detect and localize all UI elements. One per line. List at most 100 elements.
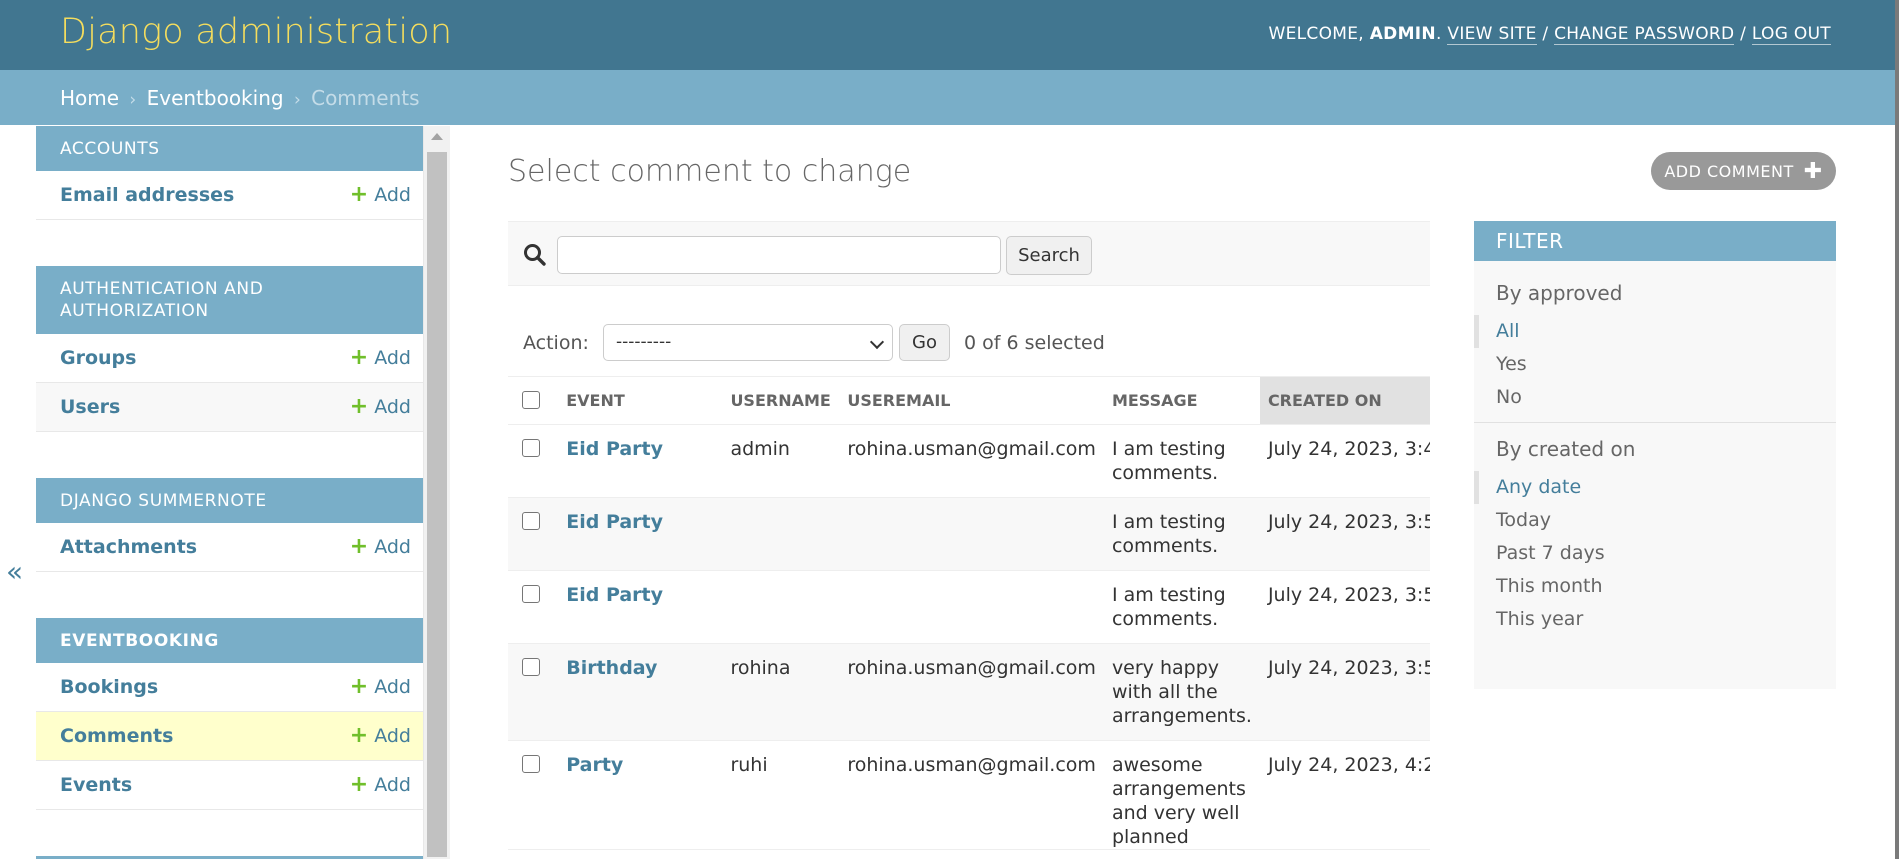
breadcrumb-app[interactable]: Eventbooking bbox=[147, 86, 284, 110]
add-label: Add bbox=[374, 536, 411, 558]
model-link[interactable]: Events bbox=[60, 774, 132, 796]
row-checkbox[interactable] bbox=[522, 585, 540, 603]
column-header-created-on[interactable]: Created on bbox=[1259, 376, 1430, 425]
add-link[interactable]: + Add bbox=[349, 674, 411, 699]
plus-icon: + bbox=[349, 674, 369, 699]
filter-option[interactable]: Any date bbox=[1474, 471, 1836, 504]
model-link[interactable]: Email addresses bbox=[60, 184, 234, 206]
search-button[interactable]: Search bbox=[1006, 236, 1092, 275]
filter-option[interactable]: No bbox=[1474, 381, 1836, 414]
created-value: July 24, 2023, 3:51 bbox=[1267, 584, 1430, 606]
scrollbar-thumb[interactable] bbox=[427, 152, 447, 857]
filter-heading-created-on: By created on bbox=[1496, 437, 1636, 461]
email-cell: rohina.usman@gmail.com bbox=[839, 424, 1104, 498]
module-caption-accounts[interactable]: Accounts bbox=[36, 126, 423, 171]
results-table: Event Username Useremail Message Created… bbox=[508, 376, 1430, 850]
created-cell: July 24, 2023, 3:51 bbox=[1259, 570, 1430, 644]
add-link[interactable]: + Add bbox=[350, 536, 411, 559]
breadcrumb: Home › Eventbooking › Comments bbox=[0, 70, 1895, 125]
filter-option[interactable]: This month bbox=[1474, 570, 1836, 603]
add-link[interactable]: + Add bbox=[350, 396, 411, 419]
created-cell: July 24, 2023, 3:51 bbox=[1259, 497, 1430, 571]
search-input[interactable] bbox=[557, 236, 1001, 274]
view-site-link[interactable]: View site bbox=[1447, 24, 1537, 45]
username-cell bbox=[722, 497, 840, 571]
created-cell: July 24, 2023, 4:21 bbox=[1259, 740, 1430, 850]
change-password-link[interactable]: Change password bbox=[1554, 24, 1735, 45]
email-cell: rohina.usman@gmail.com bbox=[839, 740, 1104, 850]
sidebar-item-attachments: Attachments + Add bbox=[36, 523, 423, 572]
event-link[interactable]: Eid Party bbox=[566, 438, 663, 460]
table-row: Birthday rohina rohina.usman@gmail.com v… bbox=[508, 643, 1430, 741]
row-select-cell bbox=[508, 497, 559, 571]
add-link[interactable]: + Add bbox=[349, 345, 411, 370]
event-cell: Eid Party bbox=[558, 497, 723, 571]
column-header-event[interactable]: Event bbox=[558, 376, 723, 425]
breadcrumb-separator: › bbox=[293, 90, 301, 110]
filter-option-label: Past 7 days bbox=[1496, 542, 1605, 564]
action-label: Action: bbox=[523, 332, 589, 354]
add-comment-button[interactable]: Add comment ✚ bbox=[1651, 152, 1836, 190]
add-link[interactable]: + Add bbox=[349, 723, 411, 748]
breadcrumb-home[interactable]: Home bbox=[60, 86, 119, 110]
module-caption-summernote[interactable]: Django Summernote bbox=[36, 478, 423, 523]
filter-list-created-on: Any date Today Past 7 days This month Th… bbox=[1474, 471, 1836, 636]
page-scrollbar[interactable] bbox=[1895, 0, 1899, 859]
username-cell bbox=[722, 570, 840, 644]
table-row: Eid Party I am testing comments. July 24… bbox=[508, 570, 1430, 644]
column-header-message[interactable]: Message bbox=[1103, 376, 1260, 425]
model-link[interactable]: Bookings bbox=[60, 676, 158, 698]
plus-icon: + bbox=[349, 345, 369, 370]
selected-count: 0 of 6 selected bbox=[964, 332, 1105, 354]
row-checkbox[interactable] bbox=[522, 658, 540, 676]
model-link[interactable]: Comments bbox=[60, 725, 173, 747]
add-link[interactable]: + Add bbox=[350, 184, 411, 207]
site-header: Django administration Welcome, admin. Vi… bbox=[0, 0, 1895, 70]
log-out-link[interactable]: Log out bbox=[1751, 24, 1831, 45]
row-checkbox[interactable] bbox=[522, 755, 540, 773]
plus-icon: + bbox=[349, 723, 369, 748]
table-row: Eid Party admin rohina.usman@gmail.com I… bbox=[508, 424, 1430, 498]
event-link[interactable]: Birthday bbox=[566, 657, 657, 679]
page-title: Select comment to change bbox=[508, 154, 912, 189]
model-link[interactable]: Attachments bbox=[60, 536, 197, 558]
add-link[interactable]: + Add bbox=[350, 774, 411, 797]
model-link[interactable]: Groups bbox=[60, 347, 136, 369]
filter-title: Filter bbox=[1474, 221, 1836, 261]
module-spacer bbox=[36, 810, 423, 856]
welcome-text: Welcome, bbox=[1268, 24, 1364, 44]
filter-heading-approved: By approved bbox=[1496, 281, 1623, 305]
event-link[interactable]: Party bbox=[566, 754, 623, 776]
filter-option[interactable]: This year bbox=[1474, 603, 1836, 636]
filter-option-label: Any date bbox=[1496, 476, 1582, 498]
event-link[interactable]: Eid Party bbox=[566, 584, 663, 606]
module-spacer bbox=[36, 572, 423, 618]
event-cell: Eid Party bbox=[558, 424, 723, 498]
email-cell: rohina.usman@gmail.com bbox=[839, 643, 1104, 741]
row-checkbox[interactable] bbox=[522, 439, 540, 457]
event-link[interactable]: Eid Party bbox=[566, 511, 663, 533]
go-button[interactable]: Go bbox=[899, 324, 950, 361]
filter-option[interactable]: Past 7 days bbox=[1474, 537, 1836, 570]
filter-option[interactable]: All bbox=[1474, 315, 1836, 348]
column-header-useremail[interactable]: Useremail bbox=[839, 376, 1104, 425]
filter-divider bbox=[1474, 422, 1836, 423]
row-checkbox[interactable] bbox=[522, 512, 540, 530]
sidebar-scrollbar[interactable] bbox=[424, 126, 450, 859]
select-all-checkbox[interactable] bbox=[522, 390, 540, 409]
module-caption-auth[interactable]: Authentication and Authorization bbox=[36, 266, 423, 334]
filter-option[interactable]: Yes bbox=[1474, 348, 1836, 381]
created-cell: July 24, 2023, 3:43 bbox=[1259, 424, 1430, 498]
site-branding[interactable]: Django administration bbox=[60, 12, 452, 52]
action-select[interactable]: --------- bbox=[603, 324, 893, 361]
user-tools: Welcome, admin. View site / Change passw… bbox=[1268, 24, 1831, 45]
sidebar-toggle-icon[interactable]: « bbox=[6, 555, 23, 588]
column-header-username[interactable]: Username bbox=[722, 376, 840, 425]
module-caption-eventbooking[interactable]: Eventbooking bbox=[36, 618, 423, 663]
sidebar-item-events: Events + Add bbox=[36, 761, 423, 810]
model-link[interactable]: Users bbox=[60, 396, 120, 418]
scroll-up-arrow-icon[interactable] bbox=[431, 133, 443, 140]
sidebar-item-bookings: Bookings + Add bbox=[36, 663, 423, 712]
username-cell: rohina bbox=[722, 643, 840, 741]
filter-option[interactable]: Today bbox=[1474, 504, 1836, 537]
